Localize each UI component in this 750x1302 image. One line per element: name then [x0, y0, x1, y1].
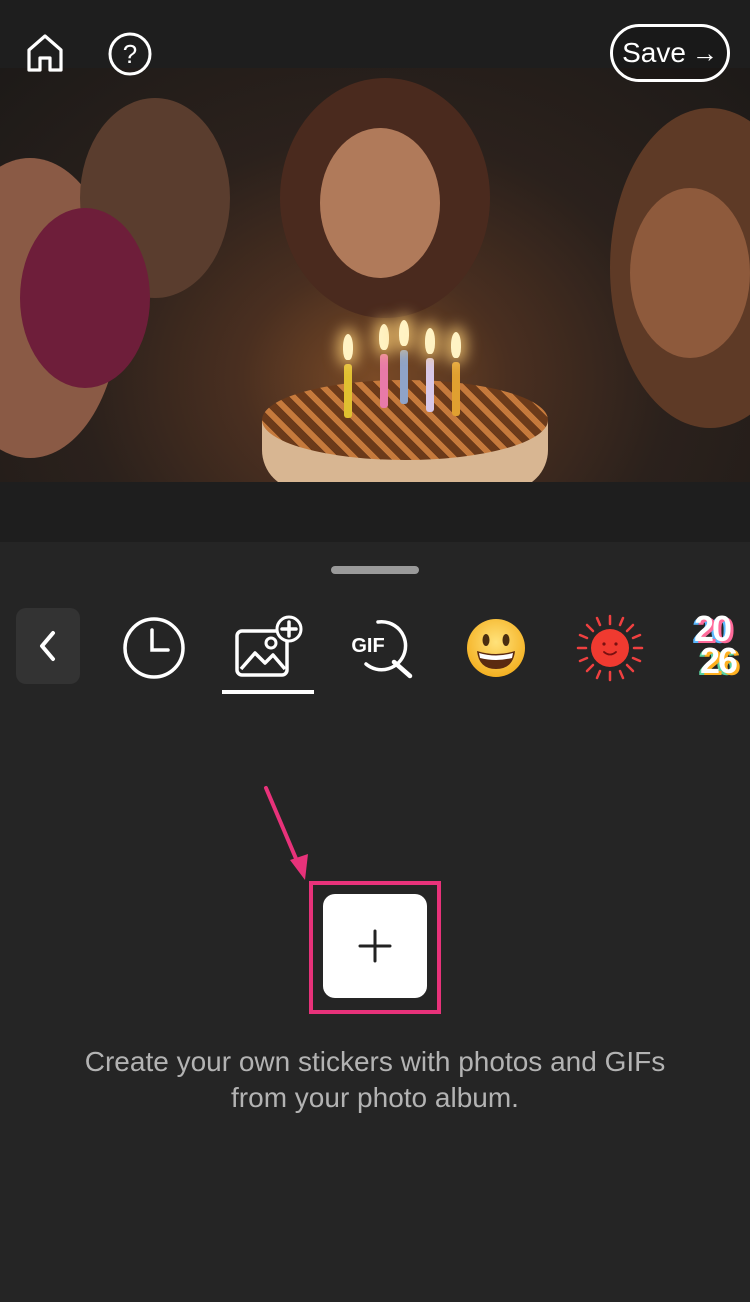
flame: [379, 324, 389, 350]
flame: [399, 320, 409, 346]
add-photo-icon: [235, 615, 303, 677]
sticker-tab-bar: GIF 20 26: [0, 602, 750, 694]
home-icon: [27, 34, 63, 72]
chevron-left-icon: [40, 631, 55, 661]
arrow-right-icon: →: [691, 37, 718, 68]
tab-gif[interactable]: GIF: [336, 602, 424, 694]
candle: [344, 364, 352, 418]
save-label: Save: [622, 37, 686, 68]
svg-text:?: ?: [123, 39, 137, 69]
photo-canvas[interactable]: [0, 68, 750, 482]
plus-icon: [358, 929, 392, 963]
tab-emoji[interactable]: [452, 602, 540, 694]
recent-clock-icon: [123, 617, 185, 679]
tab-add-photo[interactable]: [222, 602, 314, 694]
person-red-hair: [20, 208, 150, 388]
person-center-face: [320, 128, 440, 278]
home-button[interactable]: [22, 30, 68, 76]
gif-search-icon: GIF: [351, 619, 413, 679]
flame: [425, 328, 435, 354]
tab-year-sticker[interactable]: 20 26: [690, 602, 750, 694]
save-button[interactable]: Save →: [610, 24, 730, 82]
sticker-sheet: GIF 20 26 Create your own stickers with …: [0, 542, 750, 1302]
tab-sun-sticker[interactable]: [566, 602, 654, 694]
create-sticker-hint: Create your own stickers with photos and…: [84, 1046, 666, 1113]
year-2026-sticker-icon: 20 26: [694, 608, 738, 681]
sheet-drag-handle[interactable]: [331, 566, 419, 574]
tab-recent[interactable]: [112, 602, 196, 694]
flame: [343, 334, 353, 360]
sun-sticker-icon: [576, 614, 644, 682]
candle: [380, 354, 388, 408]
help-button[interactable]: ?: [106, 30, 154, 78]
candle: [400, 350, 408, 404]
candle: [426, 358, 434, 412]
candle: [452, 362, 460, 416]
canvas-footer: [0, 482, 750, 542]
add-sticker-button[interactable]: [323, 894, 427, 998]
person-right-face: [630, 188, 750, 358]
flame: [451, 332, 461, 358]
svg-text:GIF: GIF: [351, 635, 384, 657]
back-button[interactable]: [16, 608, 80, 684]
sticker-content: Create your own stickers with photos and…: [0, 694, 750, 1302]
annotation-arrow-icon: [264, 786, 308, 880]
help-icon: ?: [108, 32, 152, 76]
grinning-emoji-icon: [467, 619, 525, 677]
